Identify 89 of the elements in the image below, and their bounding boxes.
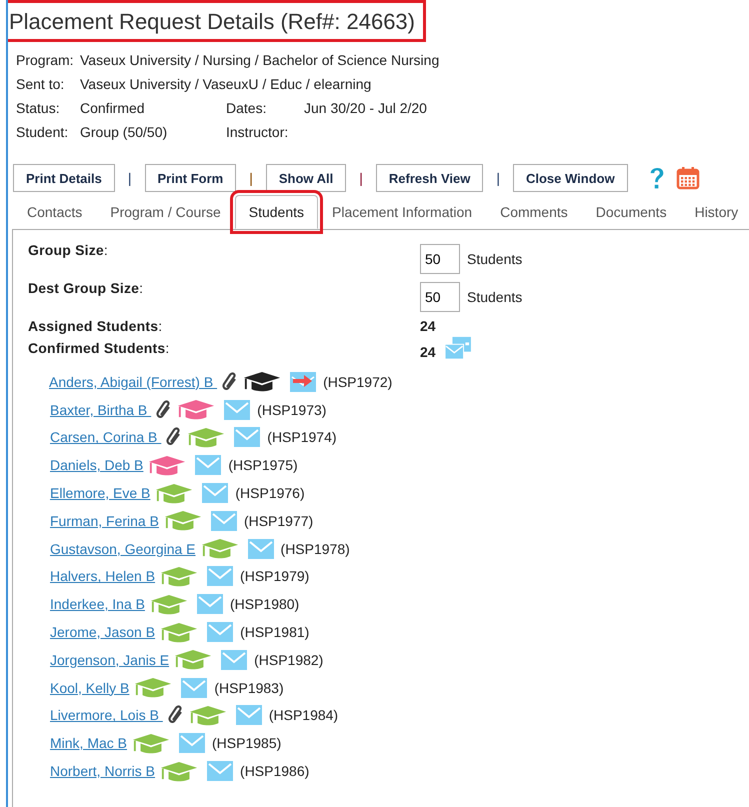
paperclip-icon[interactable] (166, 427, 182, 448)
tab[interactable]: Program / Course (96, 195, 235, 229)
student-code: (HSP1985) (212, 735, 282, 752)
mail-icon[interactable] (179, 733, 206, 754)
graduation-cap-icon[interactable] (243, 371, 282, 392)
toolbar-button[interactable]: Close Window (512, 164, 628, 192)
unit-label: Students (467, 251, 522, 267)
student-code: (HSP1977) (244, 512, 314, 529)
toolbar-button[interactable]: Print Details (13, 164, 115, 192)
field-value: Vaseux University / Nursing / Bachelor of Science Nursing (80, 52, 440, 68)
page-title: Placement Request Details (Ref#: 24663) (8, 0, 426, 42)
tab[interactable]: Contacts (13, 195, 96, 229)
student-code: (HSP1973) (257, 402, 326, 418)
calendar-icon[interactable] (676, 166, 700, 190)
paperclip-icon[interactable] (168, 705, 184, 726)
mail-icon[interactable] (195, 455, 222, 476)
student-code: (HSP1981) (240, 624, 310, 640)
mail-group-icon[interactable] (442, 336, 473, 360)
mail-icon[interactable] (196, 594, 223, 614)
tab[interactable]: Comments (486, 195, 582, 229)
field-value: Vaseux University / VaseuxU / Educ / elearning (80, 76, 372, 92)
field-label: Assigned Students: (28, 318, 164, 336)
field-label: Student: (16, 124, 70, 140)
field-label: Status: (16, 100, 61, 116)
mail-forward-icon[interactable] (290, 372, 316, 392)
paperclip-icon[interactable] (222, 372, 238, 392)
field-label: Group Size: (28, 242, 109, 260)
field-label: Sent to: (16, 76, 66, 92)
mail-icon[interactable] (224, 400, 250, 420)
student-link[interactable]: Carsen, Corina B (50, 429, 162, 446)
student-code: (HSP1978) (280, 540, 350, 557)
student-code: (HSP1986) (240, 763, 310, 780)
student-code: (HSP1980) (230, 596, 300, 612)
student-link[interactable]: Anders, Abigail (Forrest) B (49, 374, 218, 390)
student-code: (HSP1974) (267, 429, 337, 446)
student-link[interactable]: Furman, Ferina B (50, 512, 159, 529)
mail-icon[interactable] (207, 566, 234, 586)
student-link[interactable]: Gustavson, Georgina E (50, 540, 196, 557)
student-link[interactable]: Ellemore, Eve B (50, 485, 150, 502)
student-link[interactable]: Halvers, Helen B (50, 568, 156, 584)
student-link[interactable]: Jorgenson, Janis E (50, 652, 170, 668)
field-label: Dates: (226, 100, 268, 116)
mail-icon[interactable] (207, 761, 234, 782)
student-link[interactable]: Baxter, Birtha B (50, 402, 152, 418)
mail-icon[interactable] (234, 427, 260, 448)
toolbar-button[interactable]: Print Form (144, 164, 236, 192)
field-label: Confirmed Students: (28, 340, 170, 358)
count-value: 24 (420, 318, 436, 334)
student-link[interactable]: Kool, Kelly B (50, 680, 130, 696)
separator: | (128, 170, 132, 186)
mail-icon[interactable] (181, 678, 208, 698)
paperclip-icon[interactable] (156, 400, 172, 420)
student-link[interactable]: Daniels, Deb B (50, 457, 144, 474)
unit-label: Students (467, 289, 522, 305)
field-label: Program: (16, 52, 75, 68)
field-label: Instructor: (226, 124, 290, 140)
mail-icon[interactable] (221, 650, 248, 670)
student-code: (HSP1979) (240, 568, 310, 584)
student-code: (HSP1984) (268, 707, 338, 724)
field-value: Confirmed (80, 100, 146, 116)
student-code: (HSP1972) (323, 374, 392, 390)
field-value: Group (50/50) (80, 124, 168, 140)
mail-icon[interactable] (236, 705, 262, 726)
mail-icon[interactable] (207, 622, 234, 642)
number-field[interactable]: 50 (420, 282, 460, 312)
separator: | (496, 170, 500, 186)
student-link[interactable]: Jerome, Jason B (50, 624, 156, 640)
tab[interactable]: Placement Information (318, 195, 486, 229)
count-value: 24 (420, 344, 436, 360)
mail-icon[interactable] (210, 510, 237, 531)
student-code: (HSP1982) (254, 652, 324, 668)
tab[interactable]: Documents (582, 195, 681, 229)
field-value: Jun 30/20 - Jul 2/20 (304, 100, 427, 116)
student-link[interactable]: Mink, Mac B (50, 735, 128, 752)
separator: | (359, 170, 363, 186)
student-code: (HSP1976) (235, 485, 305, 502)
student-link[interactable]: Norbert, Norris B (50, 763, 156, 780)
field-label: Dest Group Size: (28, 280, 144, 298)
toolbar-button[interactable]: Refresh View (376, 164, 484, 192)
separator: | (249, 170, 253, 186)
student-code: (HSP1983) (214, 680, 284, 696)
student-code: (HSP1975) (228, 457, 298, 474)
tab[interactable]: History (680, 195, 749, 229)
number-field[interactable]: 50 (420, 244, 460, 274)
mail-icon[interactable] (248, 538, 274, 559)
mail-icon[interactable] (202, 483, 228, 504)
student-link[interactable]: Inderkee, Ina B (50, 596, 145, 612)
student-link[interactable]: Livermore, Lois B (50, 707, 163, 724)
toolbar-button[interactable]: Show All (266, 164, 346, 192)
